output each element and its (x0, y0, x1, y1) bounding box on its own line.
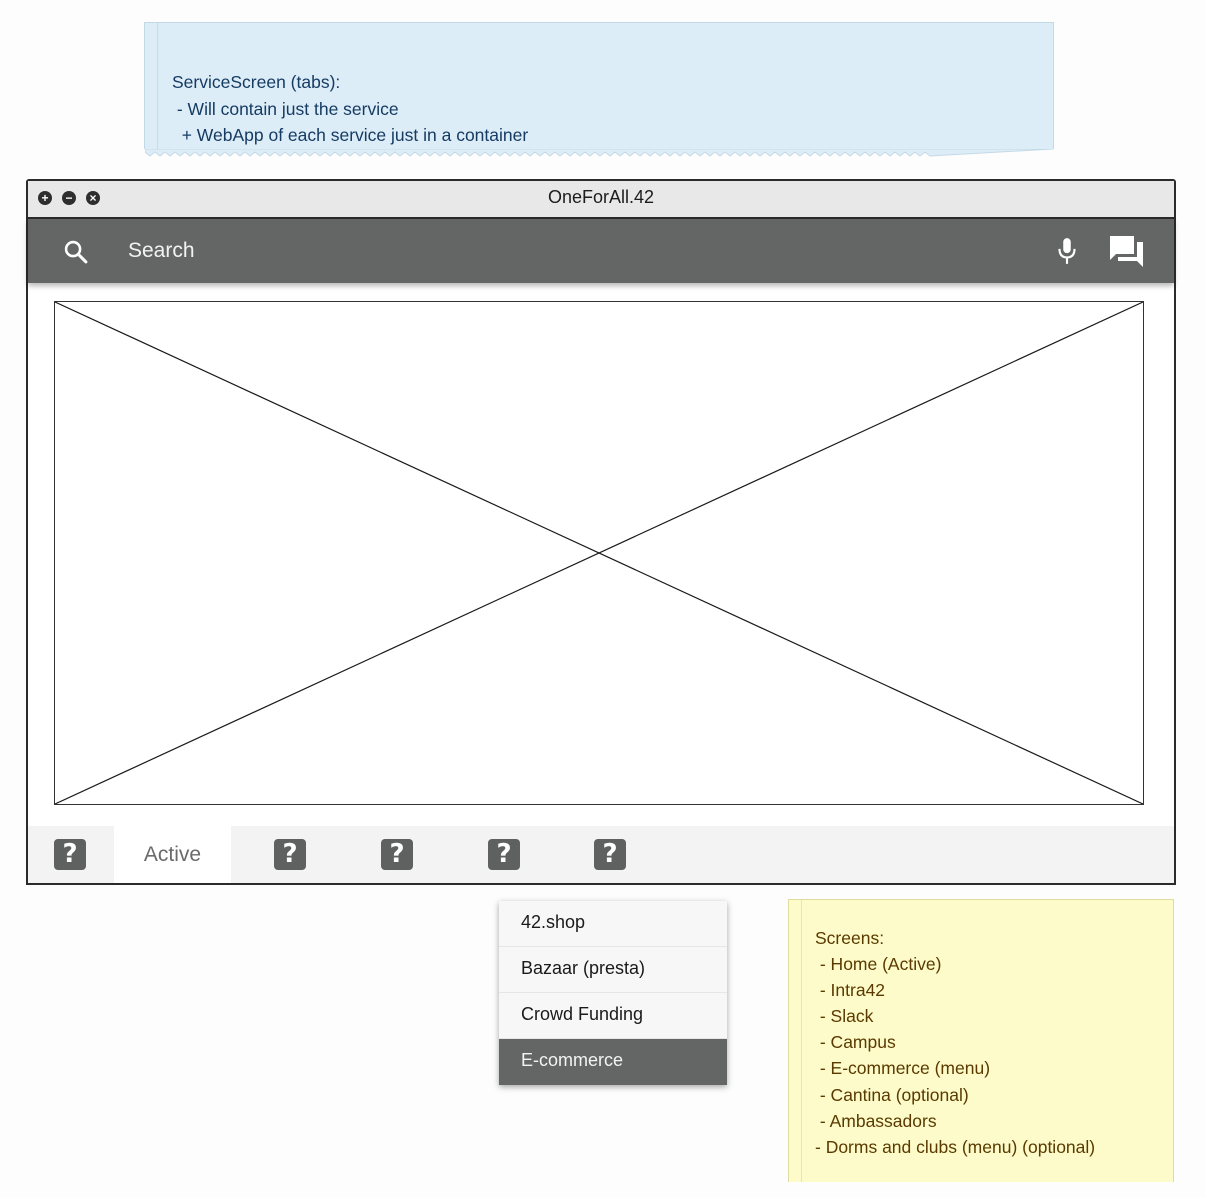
note-line: - Slack (815, 1006, 874, 1026)
search-app-bar: Search (28, 219, 1174, 283)
menu-item-bazaar[interactable]: Bazaar (presta) (499, 947, 727, 993)
tab-label: Active (143, 842, 202, 866)
note-line: - Will contain just the service (172, 99, 399, 119)
tab-6[interactable]: ? (580, 826, 640, 883)
note-line: ServiceScreen (tabs): (172, 72, 341, 92)
note-line: Screens: (815, 928, 885, 948)
tab-5[interactable]: ? (474, 826, 534, 883)
question-icon: ? (594, 839, 626, 870)
menu-item-crowd-funding[interactable]: Crowd Funding (499, 993, 727, 1039)
menu-item-ecommerce[interactable]: E-commerce (499, 1039, 727, 1085)
tab-4[interactable]: ? (367, 826, 427, 883)
sticky-note-blue: ServiceScreen (tabs): - Will contain jus… (144, 22, 1054, 157)
note-line: - Cantina (optional) (815, 1085, 969, 1105)
search-icon[interactable] (62, 238, 90, 266)
search-input[interactable]: Search (128, 239, 195, 263)
window-title: OneForAll.42 (547, 187, 655, 207)
ecommerce-menu: 42.shop Bazaar (presta) Crowd Funding E-… (499, 901, 727, 1085)
bottom-tab-bar: ? Active ? ? ? ? (28, 826, 1174, 883)
note-line: - Campus (815, 1032, 896, 1052)
note-line: - E-commerce (menu) (815, 1058, 991, 1078)
question-icon: ? (381, 839, 413, 870)
app-window: + − × OneForAll.42 Search ? Active ? ? ?… (26, 179, 1176, 885)
note-line: - Home (Active) (815, 954, 942, 974)
note-line: + WebApp of each service just in a conta… (172, 125, 529, 145)
question-icon: ? (54, 839, 86, 870)
question-icon: ? (488, 839, 520, 870)
tab-3[interactable]: ? (260, 826, 320, 883)
note-margin-line (157, 23, 158, 149)
note-margin-line (801, 900, 802, 1182)
content-placeholder (54, 301, 1144, 805)
note-line: - Dorms and clubs (menu) (optional) (815, 1137, 1096, 1157)
microphone-icon[interactable] (1054, 236, 1080, 266)
tab-1[interactable]: ? (40, 826, 100, 883)
tab-active[interactable]: Active (114, 826, 231, 883)
note-line: - Intra42 (815, 980, 886, 1000)
note-line: - Ambassadors (815, 1111, 937, 1131)
menu-item-42shop[interactable]: 42.shop (499, 901, 727, 947)
sticky-note-yellow: Screens: - Home (Active) - Intra42 - Sla… (788, 899, 1174, 1182)
image-placeholder-cross (55, 302, 1143, 804)
title-bar: + − × OneForAll.42 (28, 181, 1174, 219)
chat-icon[interactable] (1108, 233, 1146, 269)
torn-edge (145, 149, 1053, 157)
question-icon: ? (274, 839, 306, 870)
